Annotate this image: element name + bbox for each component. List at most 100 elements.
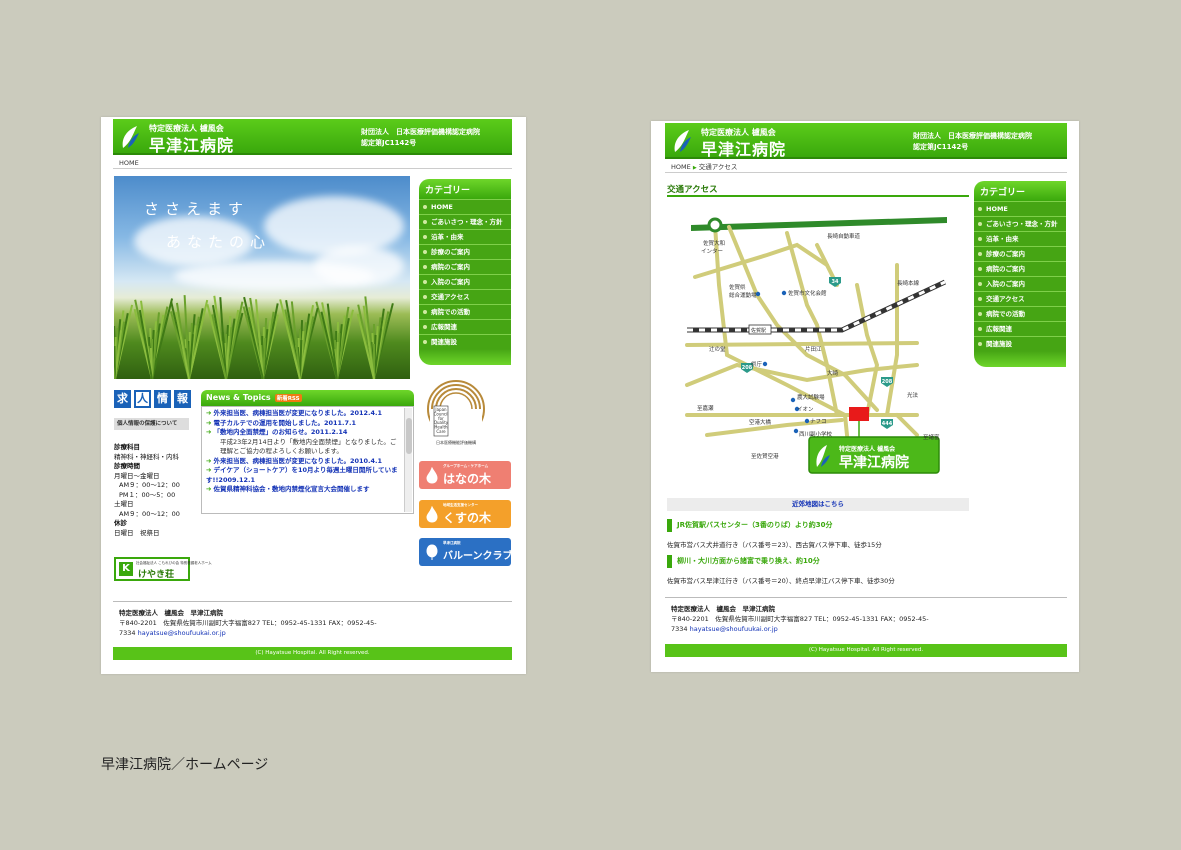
category-item[interactable]: 入院のご案内 [974, 276, 1066, 291]
news-item[interactable]: ➔ 「敷地内全面禁煙」のお知らせ。2011.2.14 平成23年2月14日より「敷地… [206, 428, 401, 457]
near-map-link[interactable]: 近郊地図はこちら [667, 498, 969, 511]
seal-caption: 日本医療機能評価機構 [436, 439, 476, 445]
info-line: 精神科・神経科・内科 [114, 452, 179, 461]
banner-name: はなの木 [443, 472, 492, 486]
news-title-text[interactable]: 「敷地内全面禁煙」のお知らせ。2011.2.14 [213, 428, 347, 436]
category-item[interactable]: HOME [974, 201, 1066, 216]
category-menu: カテゴリー HOME ごあいさつ・理念・方針 沿革・由来 診療のご案内 病院のご案内 入院の… [974, 181, 1066, 367]
map-label-railway: 長崎本線 [897, 279, 920, 287]
category-item[interactable]: 交通アクセス [974, 291, 1066, 306]
category-item-label: 広報関連 [986, 325, 1012, 333]
bullet-icon [423, 325, 427, 329]
news-title-text[interactable]: 佐賀県精神科協会・敷地内禁煙化宣言大会開催します [213, 485, 369, 493]
category-item[interactable]: 関連施設 [419, 334, 511, 349]
breadcrumb-home[interactable]: HOME [119, 159, 139, 167]
category-footer [974, 351, 1066, 367]
banner-name: くすの木 [443, 511, 492, 525]
category-item[interactable]: 病院での活動 [974, 306, 1066, 321]
news-title-text[interactable]: デイケア（ショートケア）を10月より毎週土曜日開所しています!!2009.12.… [206, 466, 398, 484]
news-scrollbar[interactable] [404, 408, 412, 512]
news-title-text[interactable]: 外来担当医、病棟担当医が変更になりました。2010.4.1 [213, 457, 382, 465]
news-item[interactable]: ➔ 電子カルテでの運用を開始しました。2011.7.1 [206, 419, 401, 429]
recruit-char: 情 [154, 390, 171, 408]
news-item[interactable]: ➔ 外来担当医、病棟担当医が変更になりました。2012.4.1 [206, 409, 401, 419]
recruit-info-link[interactable]: 求人情報 [114, 390, 191, 410]
hero-text-1: ささえます [144, 200, 250, 218]
balloon-icon [426, 544, 438, 560]
news-item[interactable]: ➔ 佐賀県精神科協会・敷地内禁煙化宣言大会開催します [206, 485, 401, 495]
footer-email-link[interactable]: hayatsue@shoufuukai.or.jp [690, 625, 778, 633]
site-name[interactable]: 早津江病院 [701, 136, 786, 160]
category-item[interactable]: 広報関連 [974, 321, 1066, 336]
map-hospital-subtitle: 特定医療法人 櫨風会 [839, 445, 896, 453]
scroll-thumb[interactable] [406, 418, 412, 454]
category-item[interactable]: 診療のご案内 [419, 244, 511, 259]
footer-org: 特定医療法人 櫨風会 早津江病院 [671, 605, 775, 613]
breadcrumb: HOME [113, 157, 512, 169]
category-item[interactable]: 広報関連 [419, 319, 511, 334]
map-label-saga-airport: 至佐賀空港 [751, 452, 779, 460]
category-item[interactable]: 関連施設 [974, 336, 1066, 351]
news-title-text[interactable]: 外来担当医、病棟担当医が変更になりました。2012.4.1 [213, 409, 382, 417]
category-item[interactable]: 交通アクセス [419, 289, 511, 304]
quality-seal-icon[interactable]: Japan Council for Quality Health Care 日本医療機能評… [426, 379, 486, 447]
category-item[interactable]: ごあいさつ・理念・方針 [974, 216, 1066, 231]
keyaki-banner[interactable]: K 社会福祉法人 こもれびの会 特別養護老人ホーム けやき荘 [114, 557, 212, 581]
bullet-icon [978, 297, 982, 301]
banner-subtitle: 早津江病院 [443, 541, 461, 545]
info-line: AM９：00〜12：00 [119, 481, 180, 489]
category-item[interactable]: 病院のご案内 [419, 259, 511, 274]
copyright-bar: (C) Hayatsue Hospital. All Right reserve… [665, 644, 1067, 657]
category-item-label: ごあいさつ・理念・方針 [431, 218, 503, 226]
category-item[interactable]: 沿革・由来 [419, 229, 511, 244]
bullet-icon [978, 222, 982, 226]
breadcrumb-home[interactable]: HOME [671, 163, 691, 171]
category-item-label: ごあいさつ・理念・方針 [986, 220, 1058, 228]
certification: 財団法人 日本医療評価機構認定病院 認定第JC1142号 [913, 131, 1032, 153]
news-item[interactable]: ➔ デイケア（ショートケア）を10月より毎週土曜日開所しています!!2009.12… [206, 466, 401, 485]
category-item[interactable]: ごあいさつ・理念・方針 [419, 214, 511, 229]
map-label-katae: 片田江 [805, 345, 822, 353]
category-item[interactable]: 入院のご案内 [419, 274, 511, 289]
site-name[interactable]: 早津江病院 [149, 132, 234, 156]
arrow-icon: ➔ [206, 485, 212, 493]
bullet-icon [978, 312, 982, 316]
bullet-icon [423, 235, 427, 239]
keyaki-logo-icon: K [119, 562, 133, 576]
footer-email-link[interactable]: hayatsue@shoufuukai.or.jp [138, 629, 226, 637]
cert-line-1: 財団法人 日本医療評価機構認定病院 [913, 132, 1032, 140]
category-item[interactable]: HOME [419, 199, 511, 214]
rss-link[interactable]: 新着RSS [274, 394, 302, 402]
access-map[interactable]: 特定医療法人 櫨風会 早津江病院 34 208 208 444 佐賀大和 インタ… [667, 205, 969, 492]
category-item[interactable]: 診療のご案内 [974, 246, 1066, 261]
access-page-screenshot: 特定医療法人 櫨風会 早津江病院 財団法人 日本医療評価機構認定病院 認定第JC… [651, 121, 1079, 672]
kusunoki-banner[interactable]: 地域生活支援センター くすの木 [419, 500, 511, 528]
route-1-heading: JR佐賀駅バスセンター（3番のりば）より約30分 [667, 519, 969, 532]
category-item-label: HOME [431, 203, 453, 211]
info-line: 日曜日 祝祭日 [114, 528, 160, 537]
arrow-icon: ➔ [206, 418, 212, 427]
category-item[interactable]: 病院での活動 [419, 304, 511, 319]
balloon-club-banner[interactable]: 早津江病院バルーンクラブ [419, 538, 513, 566]
hananoki-banner[interactable]: グループホーム・ケアホーム はなの木 [419, 461, 511, 489]
map-label-tsujinodo: 辻の堂 [709, 345, 726, 353]
privacy-link[interactable]: 個人情報の保護について [114, 418, 189, 430]
news-item[interactable]: ➔ 外来担当医、病棟担当医が変更になりました。2010.4.1 [206, 457, 401, 467]
banner-name: バルーンクラブ [443, 551, 513, 562]
recruit-char: 人 [134, 390, 151, 408]
category-item-label: 沿革・由来 [431, 233, 464, 241]
info-line: 診療時間 [114, 462, 140, 470]
category-item[interactable]: 沿革・由来 [974, 231, 1066, 246]
bullet-icon [978, 207, 982, 211]
map-label-prefecture-office: 県庁 [751, 360, 763, 368]
category-item-label: 病院のご案内 [986, 265, 1025, 273]
category-item[interactable]: 病院のご案内 [974, 261, 1066, 276]
category-item-label: 交通アクセス [986, 295, 1025, 303]
footer-fax-end: 7334 [119, 629, 136, 637]
news-title-text[interactable]: 電子カルテでの運用を開始しました。2011.7.1 [213, 419, 356, 427]
arrow-icon: ➔ [206, 456, 212, 465]
breadcrumb-current: 交通アクセス [698, 163, 738, 171]
bullet-icon [978, 327, 982, 331]
footer-address: 〒840-2201 佐賀県佐賀市川副町大字福富827 TEL：0952-45-1… [119, 619, 377, 627]
cert-line-2: 認定第JC1142号 [361, 139, 417, 147]
